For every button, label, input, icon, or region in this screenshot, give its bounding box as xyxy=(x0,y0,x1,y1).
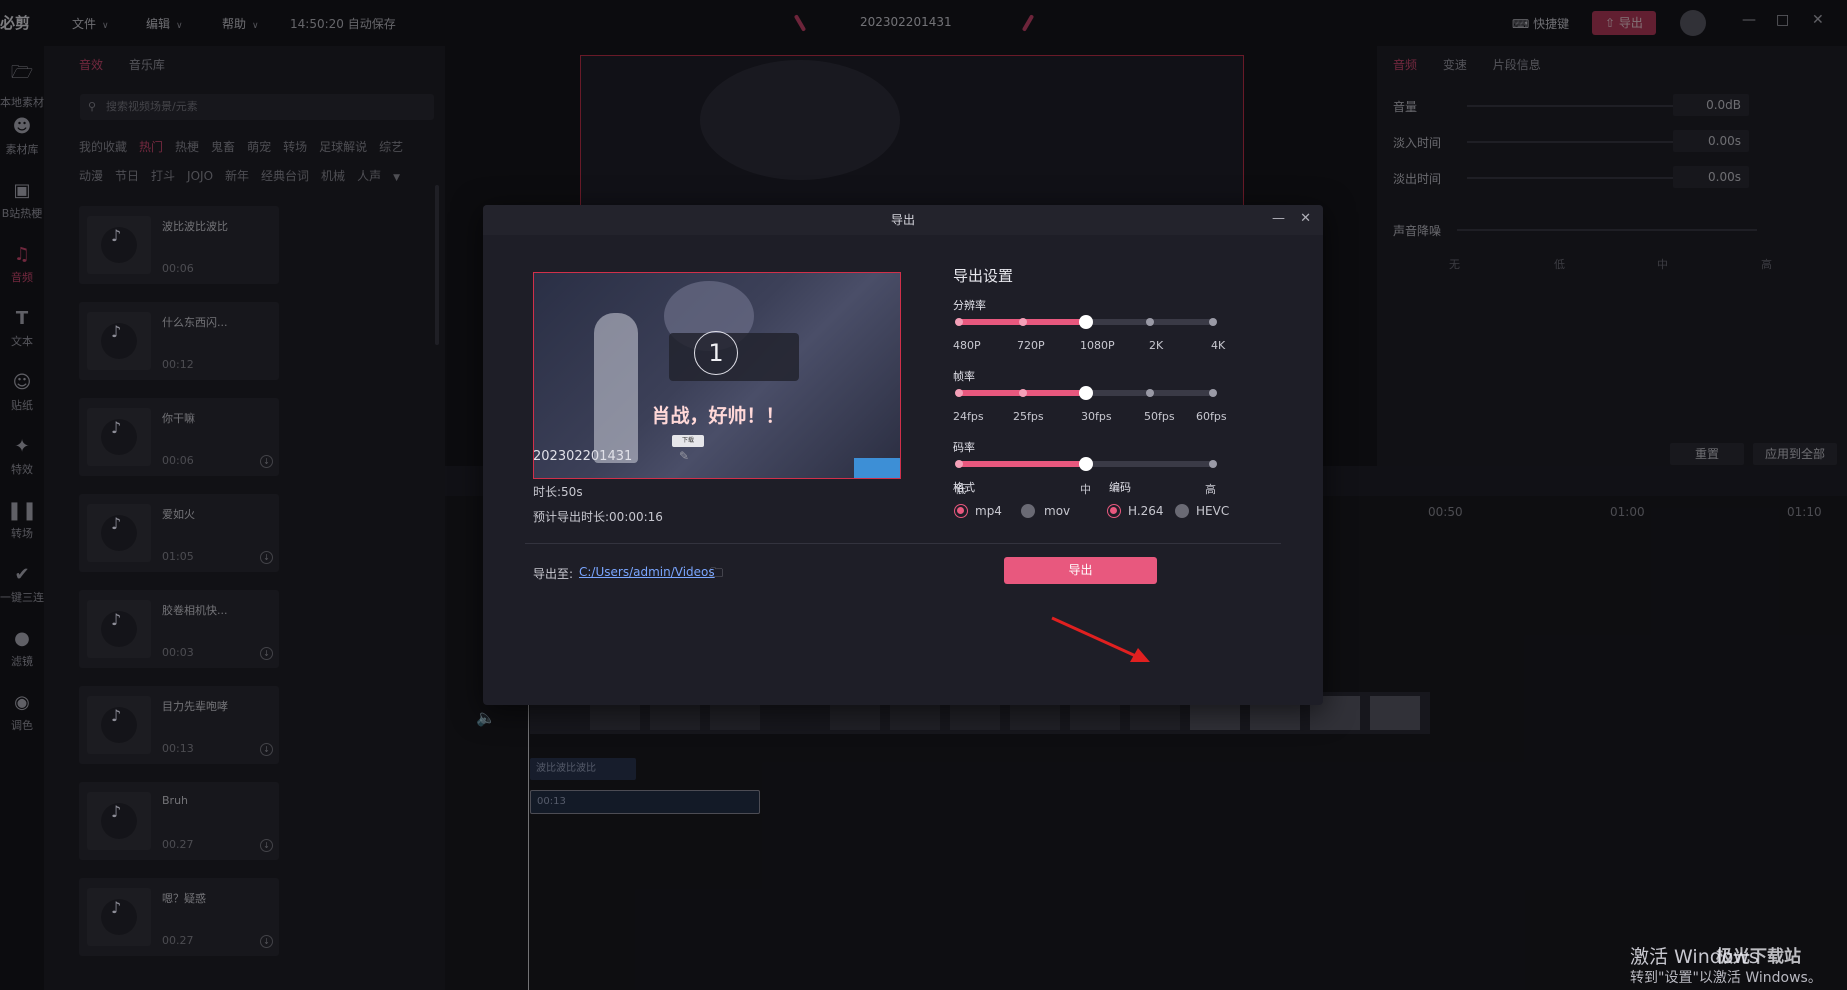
music-note-icon: ♪ xyxy=(111,802,122,821)
slider-knob[interactable] xyxy=(1079,457,1093,471)
resolution-option[interactable]: 1080P xyxy=(1080,339,1115,352)
music-note-icon: ♪ xyxy=(111,898,122,917)
resolution-option[interactable]: 4K xyxy=(1211,339,1225,352)
thumbnail-button: 下载 xyxy=(672,435,704,447)
export-path-link[interactable]: C:/Users/admin/Videos xyxy=(579,565,715,579)
export-filename[interactable]: 202302201431 xyxy=(533,449,632,464)
slider-stop[interactable] xyxy=(1209,460,1217,468)
format-mp4-radio[interactable] xyxy=(954,504,968,518)
thumbnail-number: 1 xyxy=(694,331,738,375)
slider-knob[interactable] xyxy=(1079,386,1093,400)
dialog-title: 导出 xyxy=(890,213,915,227)
slider-knob[interactable] xyxy=(1079,315,1093,329)
app-window: 必剪 文件 ∨ 编辑 ∨ 帮助 ∨ 14:50:20 自动保存 20230220143… xyxy=(0,0,1847,990)
fps-option[interactable]: 50fps xyxy=(1144,410,1175,423)
codec-option[interactable]: HEVC xyxy=(1196,504,1229,518)
duration-text: 时长:50s xyxy=(533,485,583,499)
music-note-icon: ♪ xyxy=(111,514,122,533)
slider-stop[interactable] xyxy=(1209,318,1217,326)
slider-stop[interactable] xyxy=(955,460,963,468)
music-note-icon: ♪ xyxy=(111,610,122,629)
slider-stop[interactable] xyxy=(1018,318,1027,326)
resolution-option[interactable]: 2K xyxy=(1149,339,1163,352)
divider xyxy=(525,543,1281,544)
fps-option[interactable]: 30fps xyxy=(1081,410,1112,423)
export-path-label: 导出至: xyxy=(533,567,574,581)
folder-icon[interactable]: 🗀 xyxy=(710,564,723,586)
export-dialog: 导出 — ✕ 1 肖战，好帅！！ 下载 202302201431 ✎ 时长:50… xyxy=(483,205,1323,705)
fps-option[interactable]: 60fps xyxy=(1196,410,1227,423)
slider-stop[interactable] xyxy=(1145,389,1154,397)
music-note-icon: ♪ xyxy=(111,418,122,437)
resolution-option[interactable]: 720P xyxy=(1017,339,1045,352)
bitrate-slider[interactable] xyxy=(955,457,1217,471)
dialog-header: 导出 — ✕ xyxy=(483,205,1323,235)
fps-option[interactable]: 25fps xyxy=(1013,410,1044,423)
resolution-label: 分辨率 xyxy=(953,299,986,312)
music-note-icon: ♪ xyxy=(111,706,122,725)
estimated-time-text: 预计导出时长:00:00:16 xyxy=(533,510,663,524)
bitrate-label: 码率 xyxy=(953,441,975,454)
export-thumbnail: 1 肖战，好帅！！ 下载 xyxy=(533,272,901,479)
resolution-option[interactable]: 480P xyxy=(953,339,981,352)
format-mov-radio[interactable] xyxy=(1021,504,1035,518)
resolution-slider[interactable] xyxy=(955,315,1217,329)
bitrate-option[interactable]: 中 xyxy=(1080,481,1091,497)
slider-stop[interactable] xyxy=(955,389,963,397)
slider-stop[interactable] xyxy=(1209,389,1217,397)
codec-label: 编码 xyxy=(1109,481,1131,494)
format-label: 格式 xyxy=(953,481,975,494)
music-note-icon: ♪ xyxy=(111,226,122,245)
slider-fill xyxy=(959,461,1086,467)
edit-icon[interactable]: ✎ xyxy=(679,449,689,463)
site-watermark: 极光下载站 xyxy=(1716,947,1801,967)
fps-option[interactable]: 24fps xyxy=(953,410,984,423)
thumbnail-caption: 肖战，好帅！！ xyxy=(651,405,785,427)
format-option[interactable]: mp4 xyxy=(975,504,1002,518)
fps-label: 帧率 xyxy=(953,370,975,383)
slider-stop[interactable] xyxy=(1018,389,1027,397)
codec-hevc-radio[interactable] xyxy=(1175,504,1189,518)
slider-stop[interactable] xyxy=(955,318,963,326)
codec-h264-radio[interactable] xyxy=(1107,504,1121,518)
slider-stop[interactable] xyxy=(1145,318,1154,326)
codec-option[interactable]: H.264 xyxy=(1128,504,1164,518)
export-button[interactable]: 导出 xyxy=(1004,557,1157,584)
bitrate-option[interactable]: 高 xyxy=(1205,481,1216,497)
music-note-icon: ♪ xyxy=(111,322,122,341)
format-option[interactable]: mov xyxy=(1044,504,1070,518)
fps-slider[interactable] xyxy=(955,386,1217,400)
close-icon[interactable]: ✕ xyxy=(1300,211,1311,226)
settings-title: 导出设置 xyxy=(953,267,1014,285)
minimize-icon[interactable]: — xyxy=(1272,211,1285,226)
